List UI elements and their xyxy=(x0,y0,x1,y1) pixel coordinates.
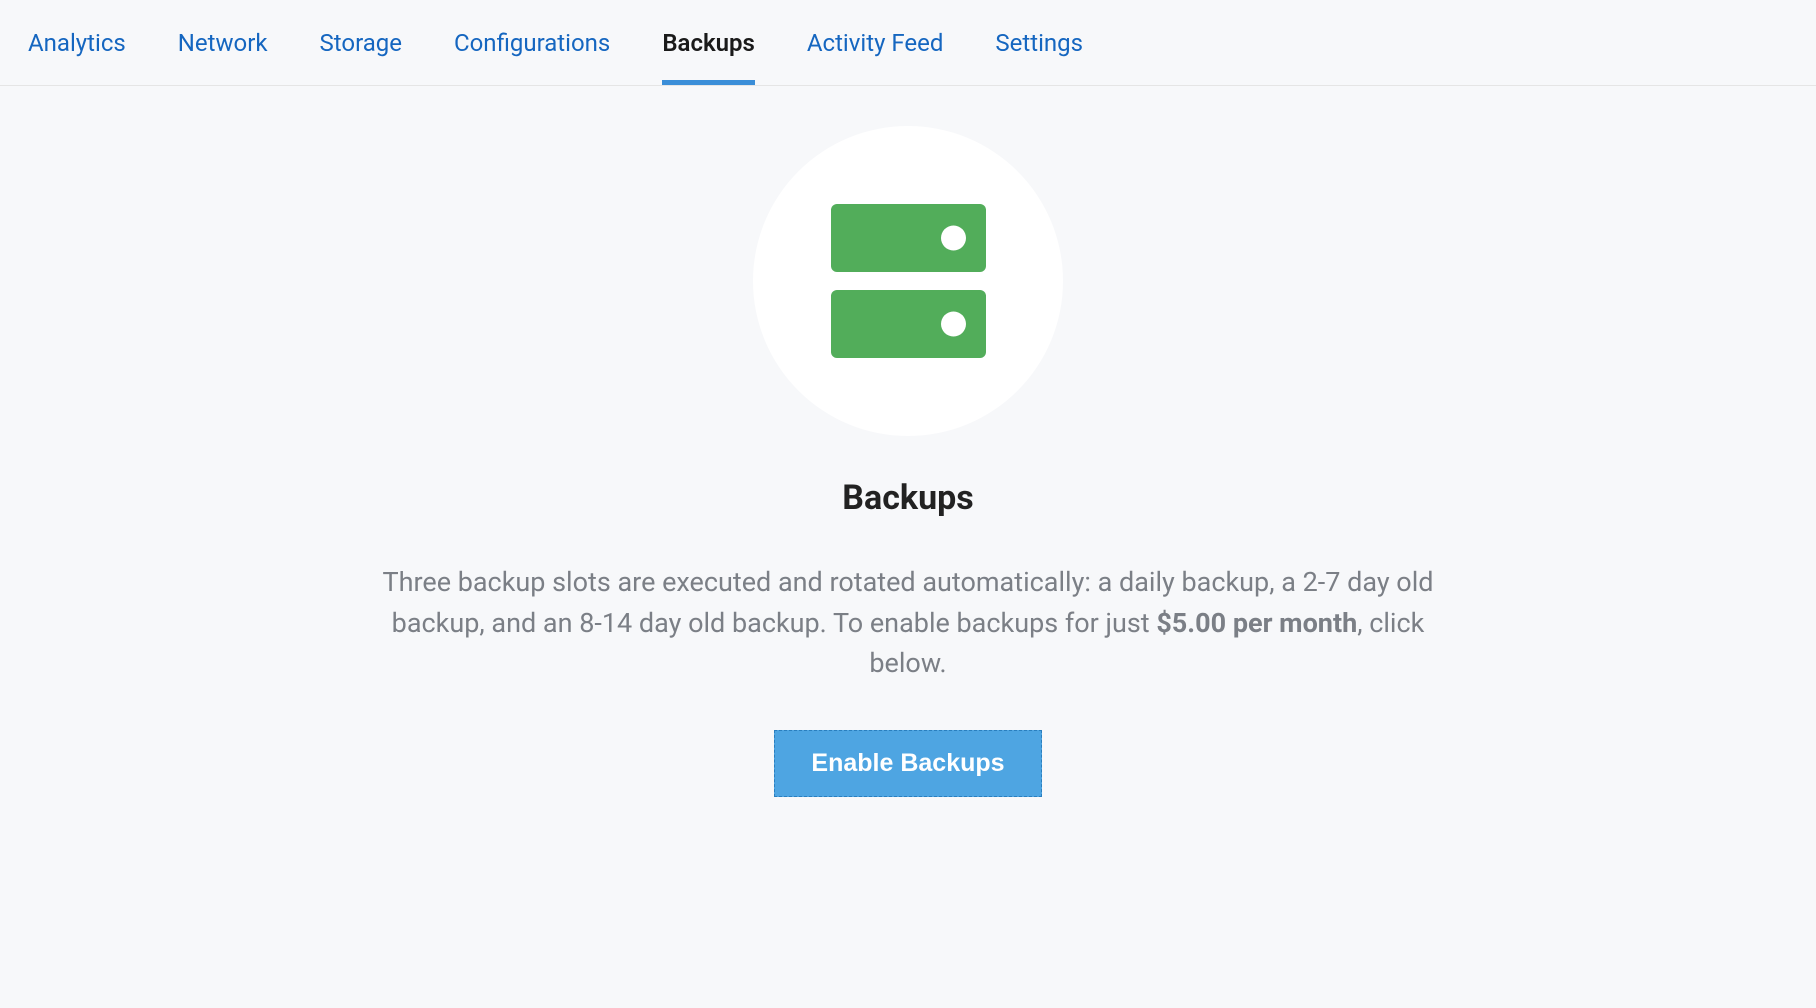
backups-price: $5.00 per month xyxy=(1156,607,1357,639)
server-dot xyxy=(941,312,966,337)
server-icon-top xyxy=(831,204,986,272)
backups-description: Three backup slots are executed and rota… xyxy=(378,562,1438,684)
backups-icon xyxy=(753,126,1063,436)
tab-network[interactable]: Network xyxy=(152,0,294,85)
tab-bar: Analytics Network Storage Configurations… xyxy=(0,0,1816,86)
page-title: Backups xyxy=(842,478,973,518)
tab-settings[interactable]: Settings xyxy=(969,0,1109,85)
tab-storage[interactable]: Storage xyxy=(294,0,428,85)
main-content: Backups Three backup slots are executed … xyxy=(0,86,1816,797)
server-dot xyxy=(941,226,966,251)
server-icon-bottom xyxy=(831,290,986,358)
tab-analytics[interactable]: Analytics xyxy=(28,0,152,85)
tab-configurations[interactable]: Configurations xyxy=(428,0,636,85)
tab-activity-feed[interactable]: Activity Feed xyxy=(781,0,970,85)
tab-backups[interactable]: Backups xyxy=(636,0,781,85)
enable-backups-button[interactable]: Enable Backups xyxy=(774,730,1041,797)
